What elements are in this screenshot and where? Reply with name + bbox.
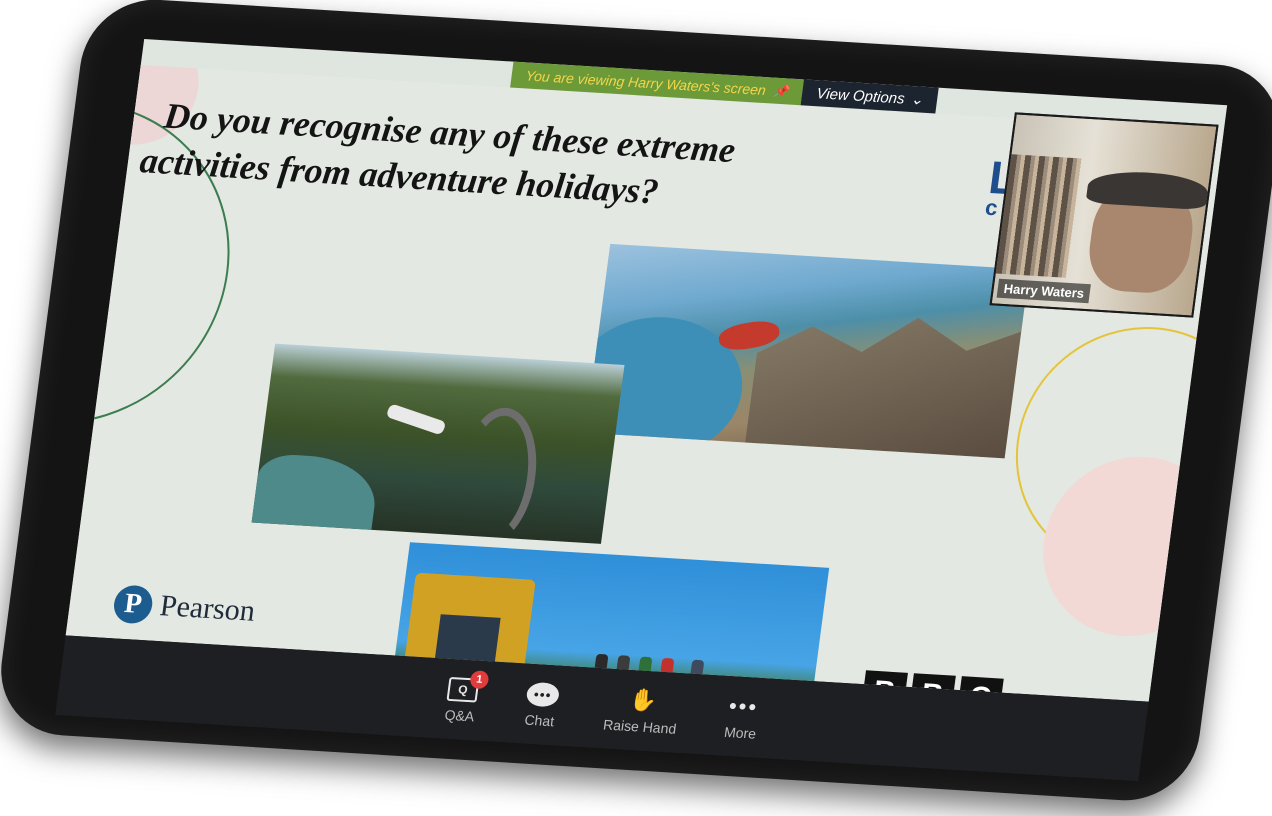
more-label: More (723, 723, 758, 742)
chat-label: Chat (523, 711, 556, 730)
pearson-logo-wordmark: Pearson (157, 589, 258, 628)
bungee-photo-river (251, 452, 381, 540)
bungee-jump-photo (251, 343, 625, 544)
pearson-logo: P Pearson (111, 584, 258, 630)
more-button[interactable]: ••• More (723, 692, 761, 742)
skydiving-photo (585, 243, 1030, 459)
photo-stage: You are viewing Harry Waters's screen 📌 … (0, 0, 1272, 816)
skydiving-photo-mountains (745, 293, 1024, 458)
raise-hand-button[interactable]: ✋ Raise Hand (602, 685, 681, 737)
chat-bubble-icon: ••• (525, 681, 561, 708)
slide-title: Do you recognise any of these extreme ac… (138, 93, 966, 233)
chevron-down-icon: ⌄ (909, 91, 925, 109)
raise-hand-icon: ✋ (627, 686, 659, 714)
meeting-screen: You are viewing Harry Waters's screen 📌 … (65, 39, 1228, 702)
pin-icon: 📌 (772, 83, 790, 99)
chat-icon: ••• (525, 680, 561, 710)
view-options-label: View Options (815, 84, 906, 108)
chat-button[interactable]: ••• Chat (522, 680, 561, 730)
qa-notification-badge: 1 (469, 670, 490, 690)
pearson-logo-icon: P (111, 584, 155, 625)
qa-button[interactable]: Q 1 Q&A (443, 670, 490, 725)
more-icon: ••• (727, 693, 760, 720)
participant-video-tile[interactable]: Harry Waters (989, 112, 1219, 318)
bungee-photo-rope (450, 405, 545, 544)
raise-hand-label: Raise Hand (602, 716, 678, 737)
bungee-jumper-figure (385, 403, 447, 436)
qa-label: Q&A (443, 706, 476, 725)
tablet-device: You are viewing Harry Waters's screen 📌 … (0, 0, 1272, 805)
